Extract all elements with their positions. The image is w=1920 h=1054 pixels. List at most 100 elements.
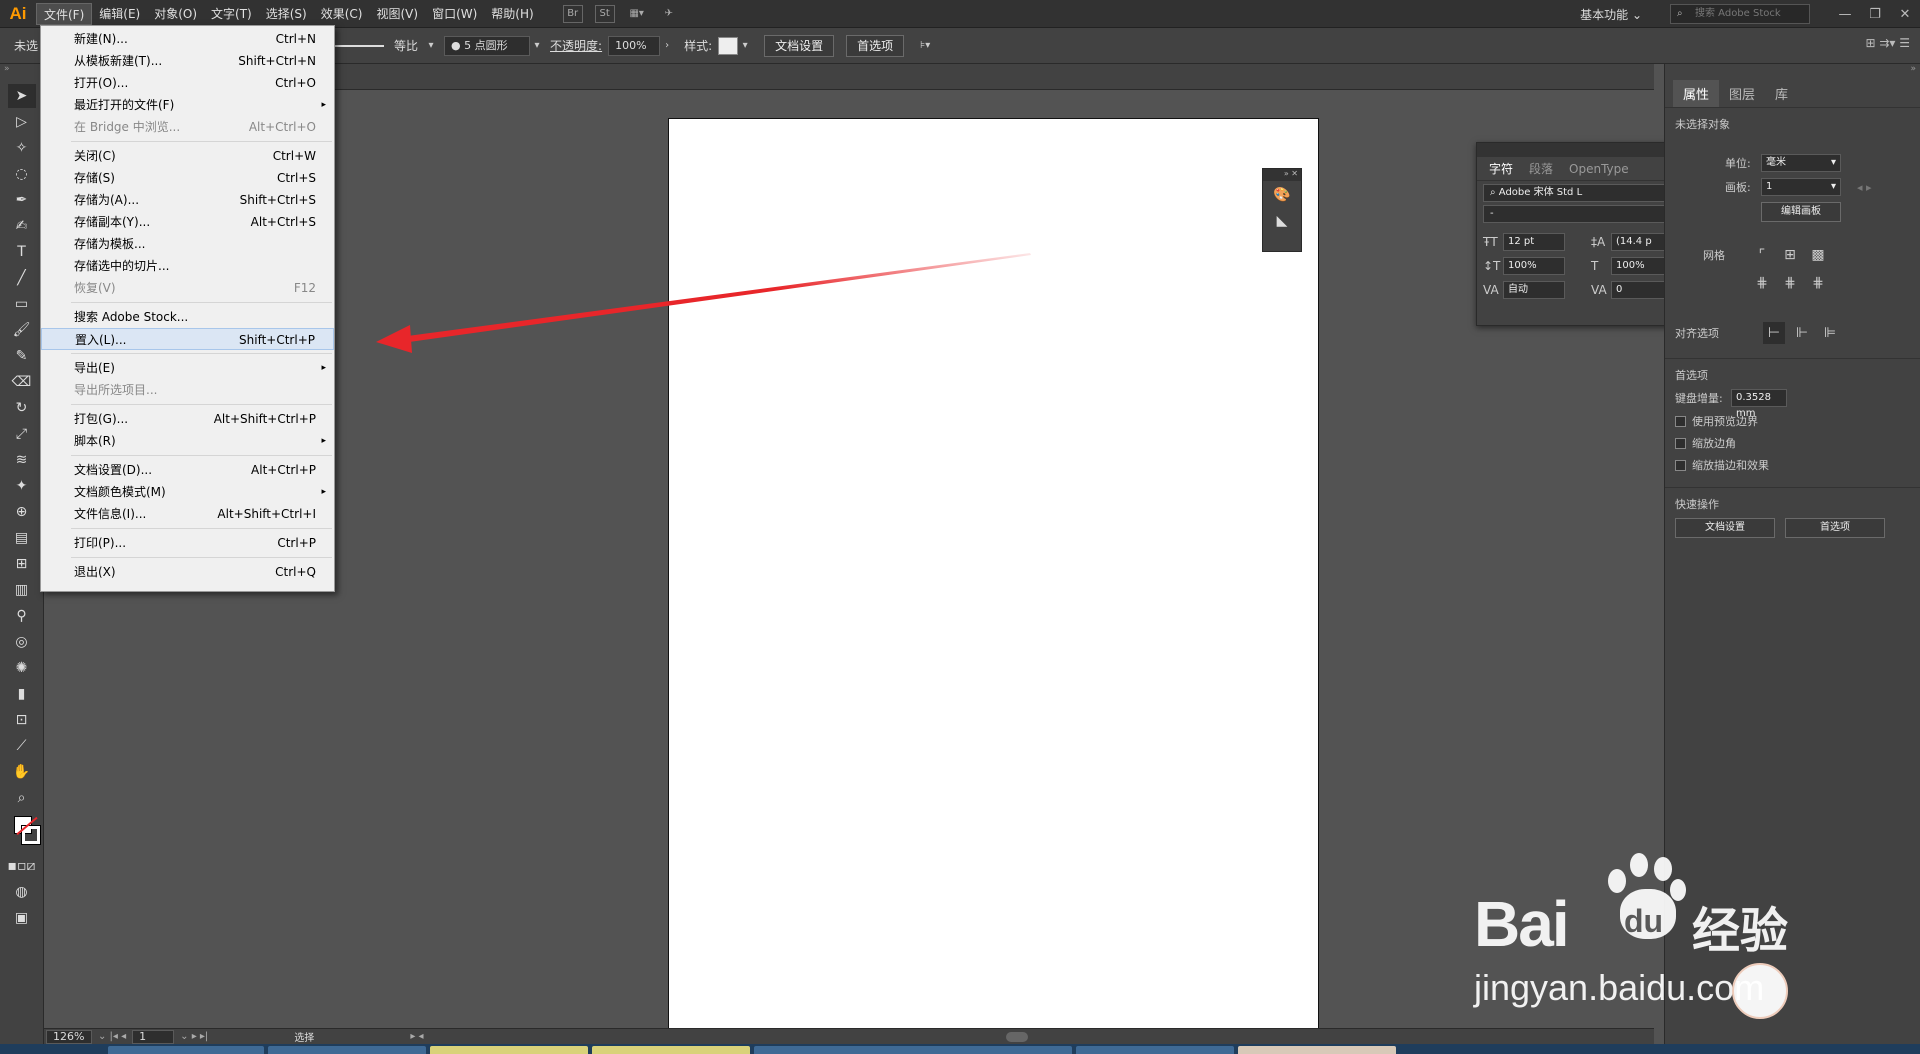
file-menu-item[interactable]: 文档颜色模式(M) ▸ bbox=[41, 481, 334, 503]
file-menu-item[interactable]: 存储为模板... bbox=[41, 233, 334, 255]
stroke-profile-label[interactable]: 等比 bbox=[394, 37, 418, 54]
quick-preferences-button[interactable]: 首选项 bbox=[1785, 518, 1885, 538]
preferences-button[interactable]: 首选项 bbox=[846, 34, 905, 57]
tab-layers[interactable]: 图层 bbox=[1719, 80, 1765, 107]
file-menu-item[interactable]: 文件信息(I)... Alt+Shift+Ctrl+I bbox=[41, 503, 334, 525]
column-graph-tool-icon[interactable]: ▮ bbox=[8, 682, 36, 706]
curvature-tool-icon[interactable]: ✍ bbox=[8, 214, 36, 238]
edit-artboard-button[interactable]: 编辑画板 bbox=[1761, 202, 1841, 222]
artboard[interactable] bbox=[668, 118, 1319, 1030]
preview-bounds-checkbox[interactable] bbox=[1675, 415, 1686, 427]
artboard-select[interactable]: 1 ▾ bbox=[1761, 178, 1841, 196]
zoom-tool-icon[interactable]: ⌕ bbox=[8, 786, 36, 810]
transparency-grid-icon[interactable]: ▩ bbox=[1807, 244, 1829, 266]
file-menu-item[interactable]: 最近打开的文件(F) ▸ bbox=[41, 94, 334, 116]
tab-character[interactable]: 字符 bbox=[1481, 160, 1521, 177]
menu-select[interactable]: 选择(S) bbox=[259, 3, 314, 25]
rectangle-tool-icon[interactable]: ▭ bbox=[8, 292, 36, 316]
symbol-sprayer-tool-icon[interactable]: ✺ bbox=[8, 656, 36, 680]
line-tool-icon[interactable]: ╱ bbox=[8, 266, 36, 290]
menu-type[interactable]: 文字(T) bbox=[204, 3, 259, 25]
menu-window[interactable]: 窗口(W) bbox=[425, 3, 484, 25]
rotate-tool-icon[interactable]: ↻ bbox=[8, 396, 36, 420]
file-menu-item[interactable]: 存储(S) Ctrl+S bbox=[41, 167, 334, 189]
file-menu-item[interactable]: 存储为(A)... Shift+Ctrl+S bbox=[41, 189, 334, 211]
align-options-icon[interactable]: ⊧▾ bbox=[910, 36, 940, 56]
shaper-tool-icon[interactable]: ✎ bbox=[8, 344, 36, 368]
bridge-icon[interactable]: Br bbox=[562, 4, 583, 23]
menu-object[interactable]: 对象(O) bbox=[147, 3, 204, 25]
minimize-button[interactable]: — bbox=[1830, 7, 1860, 22]
grid-icon[interactable]: ⊞ bbox=[1779, 244, 1801, 266]
width-tool-icon[interactable]: ≋ bbox=[8, 448, 36, 472]
align-to-key-icon[interactable]: ⊩ bbox=[1791, 322, 1813, 344]
appearance-icon[interactable]: ◣ bbox=[1268, 209, 1296, 233]
file-menu-item[interactable]: 从模板新建(T)... Shift+Ctrl+N bbox=[41, 50, 334, 72]
fill-stroke-swatches[interactable] bbox=[8, 812, 41, 852]
tab-paragraph[interactable]: 段落 bbox=[1521, 160, 1561, 177]
collapse-tools-icon[interactable]: » bbox=[0, 64, 43, 82]
font-size-input[interactable]: 12 pt bbox=[1503, 233, 1565, 251]
tab-libraries[interactable]: 库 bbox=[1765, 80, 1798, 107]
tab-opentype[interactable]: OpenType bbox=[1561, 162, 1637, 176]
opacity-label[interactable]: 不透明度: bbox=[550, 37, 602, 54]
taskbar-app-4[interactable] bbox=[592, 1046, 750, 1054]
document-setup-button[interactable]: 文档设置 bbox=[764, 34, 835, 57]
guides-icon[interactable]: ⋕ bbox=[1751, 272, 1773, 294]
align-to-artboard-icon[interactable]: ⊫ bbox=[1819, 322, 1841, 344]
color-mode-icon[interactable]: ▪▫⧄ bbox=[8, 854, 36, 878]
blend-tool-icon[interactable]: ◎ bbox=[8, 630, 36, 654]
taskbar-app-6[interactable] bbox=[1076, 1046, 1234, 1054]
smart-guides-icon[interactable]: ⋕ bbox=[1779, 272, 1801, 294]
tab-properties[interactable]: 属性 bbox=[1673, 80, 1720, 107]
scale-corners-checkbox[interactable] bbox=[1675, 437, 1686, 449]
quick-document-setup-button[interactable]: 文档设置 bbox=[1675, 518, 1775, 538]
scale-strokes-checkbox[interactable] bbox=[1675, 459, 1686, 471]
scrollbar-thumb[interactable] bbox=[1005, 1031, 1028, 1042]
opacity-input[interactable]: 100% bbox=[608, 35, 661, 56]
menu-effect[interactable]: 效果(C) bbox=[314, 3, 370, 25]
file-menu-item[interactable]: 打包(G)... Alt+Shift+Ctrl+P bbox=[41, 408, 334, 430]
magic-wand-tool-icon[interactable]: ✧ bbox=[8, 136, 36, 160]
close-icon[interactable]: » ✕ bbox=[1263, 169, 1301, 181]
slice-tool-icon[interactable]: ⟋ bbox=[8, 734, 36, 758]
artboard-nav-icon[interactable]: ◂ ▸ bbox=[1857, 181, 1872, 194]
brush-definition-select[interactable]: ● 5 点圆形 bbox=[444, 35, 531, 56]
scale-tool-icon[interactable]: ⤢ bbox=[8, 422, 36, 446]
panel-controls-icon[interactable]: ⊞ ⇉▾ ☰ bbox=[1865, 36, 1910, 50]
artboard-tool-icon[interactable]: ⊡ bbox=[8, 708, 36, 732]
gpu-performance-icon[interactable]: ✈ bbox=[659, 5, 679, 23]
shape-builder-tool-icon[interactable]: ⊕ bbox=[8, 500, 36, 524]
snap-to-point-icon[interactable]: ⋕ bbox=[1807, 272, 1829, 294]
direct-selection-tool-icon[interactable]: ▷ bbox=[8, 110, 36, 134]
menu-help[interactable]: 帮助(H) bbox=[484, 3, 540, 25]
taskbar-app-3[interactable] bbox=[430, 1046, 588, 1054]
hand-tool-icon[interactable]: ✋ bbox=[8, 760, 36, 784]
arrange-documents-icon[interactable]: ▦▾ bbox=[627, 5, 647, 23]
screen-mode-icon[interactable]: ▣ bbox=[8, 906, 36, 930]
file-menu-item[interactable]: 打印(P)... Ctrl+P bbox=[41, 532, 334, 554]
color-guide-icon[interactable]: 🎨 bbox=[1268, 183, 1296, 207]
draw-mode-icon[interactable]: ◍ bbox=[8, 880, 36, 904]
paintbrush-tool-icon[interactable]: 🖌 bbox=[8, 318, 36, 342]
chevron-right-icon[interactable]: › bbox=[660, 36, 674, 56]
rulers-icon[interactable]: ⌜ bbox=[1751, 244, 1773, 266]
horizontal-scrollbar[interactable] bbox=[434, 1031, 1382, 1042]
kerning-input[interactable]: 自动 bbox=[1503, 281, 1565, 299]
stock-icon[interactable]: St bbox=[594, 4, 615, 23]
file-menu-item[interactable]: 退出(X) Ctrl+Q bbox=[41, 561, 334, 583]
stock-search-input[interactable]: ⌕ 搜索 Adobe Stock bbox=[1670, 4, 1810, 24]
status-arrow-icon[interactable]: ▸ ◂ bbox=[410, 1031, 423, 1042]
file-menu-item[interactable]: 存储选中的切片... bbox=[41, 255, 334, 277]
artboard-next-last-icon[interactable]: ⌄ ▸ ▸| bbox=[180, 1031, 208, 1042]
keyboard-increment-input[interactable]: 0.3528 mm bbox=[1731, 389, 1787, 419]
chevron-down-icon[interactable]: ▾ bbox=[424, 36, 438, 56]
type-tool-icon[interactable]: T bbox=[8, 240, 36, 264]
unit-select[interactable]: 毫米 ▾ bbox=[1761, 154, 1841, 172]
taskbar-app-1[interactable] bbox=[108, 1046, 264, 1054]
file-menu-item[interactable]: 导出(E) ▸ bbox=[41, 357, 334, 379]
restore-button[interactable]: ❐ bbox=[1860, 7, 1890, 22]
file-menu-item[interactable]: 新建(N)... Ctrl+N bbox=[41, 28, 334, 50]
artboard-number-input[interactable]: 1 bbox=[132, 1029, 175, 1044]
menu-view[interactable]: 视图(V) bbox=[369, 3, 425, 25]
